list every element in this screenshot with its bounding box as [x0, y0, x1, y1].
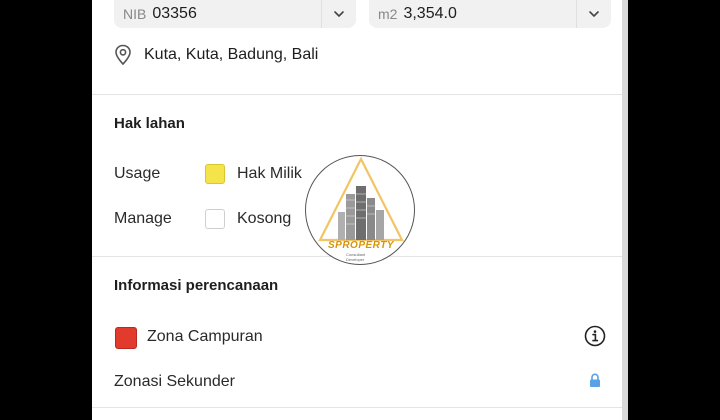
area-field[interactable]: m2 3,354.0 [369, 0, 611, 28]
lock-icon [590, 373, 600, 387]
usage-label: Usage [114, 165, 161, 182]
nib-field[interactable]: NIB 03356 [114, 0, 356, 28]
right-gutter [628, 0, 720, 420]
area-unit: m2 [378, 6, 398, 22]
zona-color-swatch [115, 327, 137, 349]
nib-prefix: NIB [123, 6, 147, 22]
watermark-subtext: Consultant Developer [346, 252, 365, 262]
divider [92, 407, 628, 408]
manage-label: Manage [114, 210, 172, 227]
location-text: Kuta, Kuta, Badung, Bali [144, 46, 319, 63]
manage-color-swatch [205, 209, 225, 229]
watermark-text: SPROPERTY [328, 240, 394, 251]
zonasi-label: Zonasi Sekunder [114, 373, 235, 390]
info-icon[interactable] [584, 325, 606, 347]
location-row: Kuta, Kuta, Badung, Bali [114, 44, 318, 66]
usage-color-swatch [205, 164, 225, 184]
zona-value: Zona Campuran [147, 328, 263, 345]
chevron-down-icon[interactable] [321, 0, 356, 28]
sproperty-watermark-logo: SPROPERTY Consultant Developer [305, 155, 415, 265]
watermark-sub-2: Developer [346, 257, 365, 262]
area-value: 3,354.0 [403, 5, 457, 22]
perencanaan-title: Informasi perencanaan [114, 277, 279, 294]
nib-value: 03356 [152, 5, 197, 22]
chevron-down-icon[interactable] [576, 0, 611, 28]
divider [92, 94, 628, 95]
usage-value: Hak Milik [237, 165, 302, 182]
hak-lahan-title: Hak lahan [114, 115, 185, 132]
location-pin-icon [115, 44, 131, 66]
manage-value: Kosong [237, 210, 292, 227]
